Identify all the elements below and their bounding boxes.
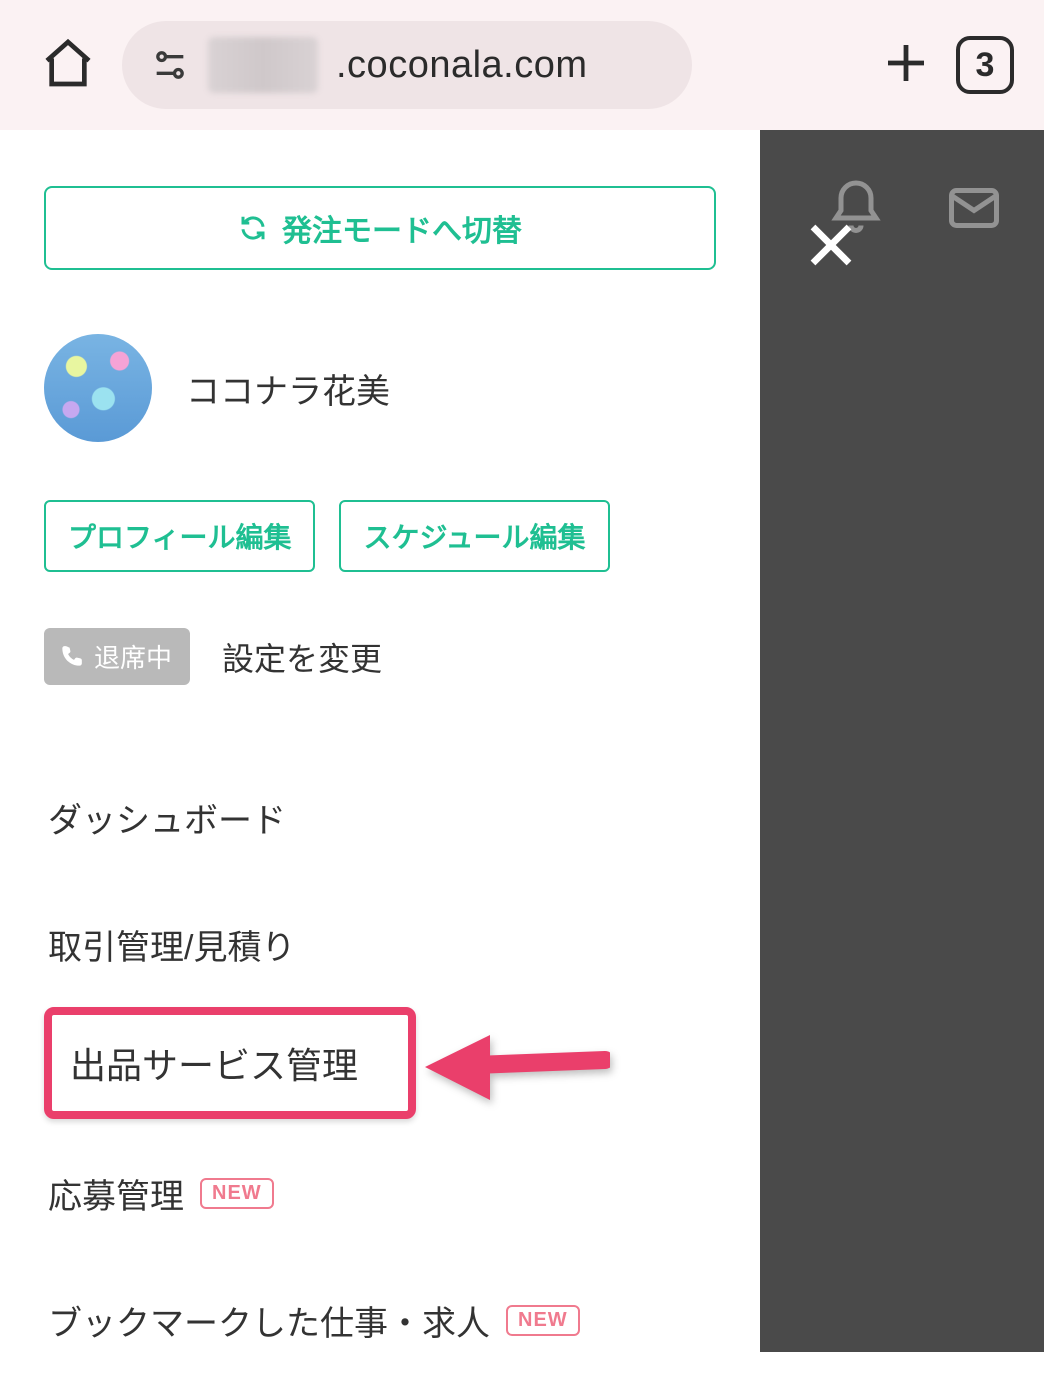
site-settings-icon[interactable] (150, 45, 190, 85)
new-badge: NEW (506, 1305, 580, 1336)
switch-mode-label: 発注モードへ切替 (282, 206, 522, 250)
new-tab-icon[interactable] (882, 39, 930, 92)
nav-applications[interactable]: 応募管理 NEW (44, 1141, 716, 1246)
nav-service-management-highlight: 出品サービス管理 (44, 1007, 416, 1119)
nav-bookmarked-jobs[interactable]: ブックマークした仕事・求人 NEW (44, 1268, 716, 1373)
address-bar[interactable]: .coconala.com (122, 21, 692, 109)
nav-transactions[interactable]: 取引管理/見積り (44, 892, 716, 997)
avatar[interactable] (44, 334, 152, 442)
home-icon[interactable] (40, 35, 96, 96)
tab-count-value: 3 (976, 46, 995, 85)
refresh-icon (238, 213, 268, 243)
nav-item-label: ダッシュボード (48, 793, 286, 842)
new-badge: NEW (200, 1178, 274, 1209)
side-drawer: 発注モードへ切替 ココナラ花美 プロフィール編集 スケジュール編集 退席中 設定… (0, 130, 760, 1352)
mail-icon[interactable] (944, 178, 1004, 243)
nav-service-management[interactable]: 出品サービス管理 (70, 1045, 358, 1086)
phone-icon (58, 644, 84, 670)
nav-item-label: ブックマークした仕事・求人 (48, 1296, 490, 1345)
nav-list: ダッシュボード 取引管理/見積り 出品サービス管理 応募管理 NEW ブックマー… (44, 765, 716, 1373)
status-badge-label: 退席中 (94, 638, 172, 675)
nav-item-label: 取引管理/見積り (48, 920, 295, 969)
browser-chrome: .coconala.com 3 (0, 0, 1044, 130)
url-subdomain-redacted (208, 37, 318, 93)
close-icon[interactable] (804, 218, 858, 277)
edit-profile-button[interactable]: プロフィール編集 (44, 500, 315, 572)
url-text: .coconala.com (336, 44, 588, 87)
status-badge: 退席中 (44, 628, 190, 685)
change-settings-link[interactable]: 設定を変更 (222, 634, 382, 680)
username: ココナラ花美 (186, 364, 390, 413)
tab-count-button[interactable]: 3 (956, 36, 1014, 94)
nav-item-label: 応募管理 (48, 1169, 184, 1218)
nav-dashboard[interactable]: ダッシュボード (44, 765, 716, 870)
annotation-arrow-icon (420, 1010, 610, 1125)
switch-mode-button[interactable]: 発注モードへ切替 (44, 186, 716, 270)
drawer-overlay[interactable] (760, 130, 1044, 1352)
edit-schedule-button[interactable]: スケジュール編集 (339, 500, 609, 572)
